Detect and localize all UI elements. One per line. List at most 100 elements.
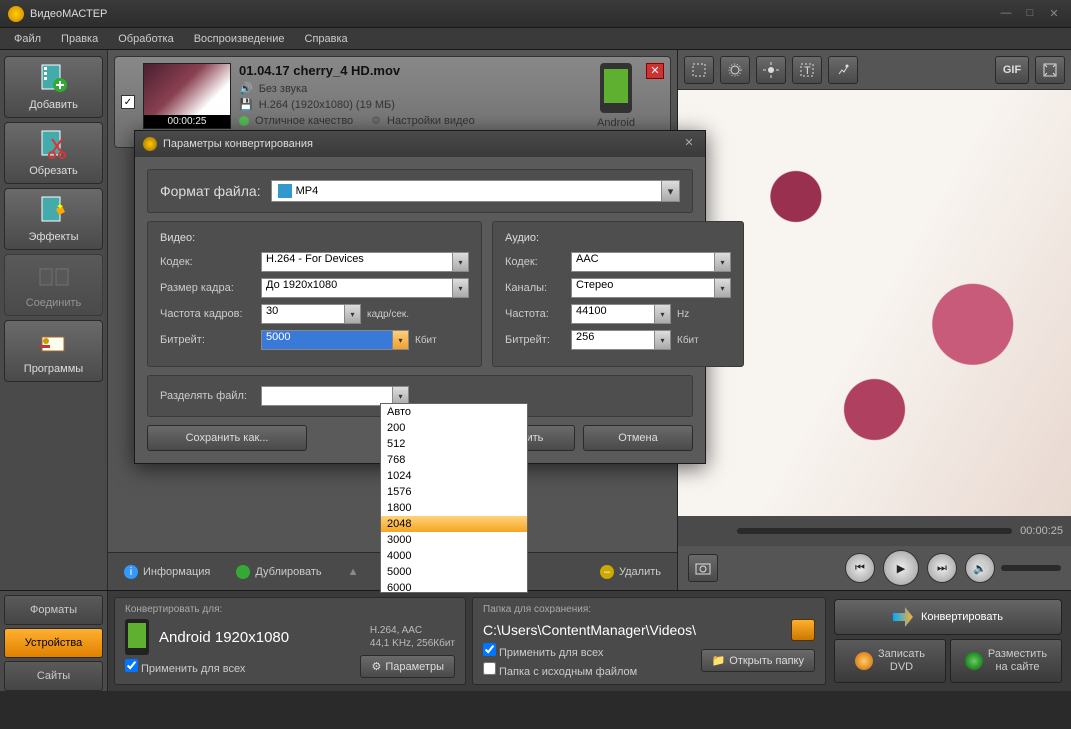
- prev-button[interactable]: ⏮: [845, 553, 875, 583]
- app-icon: [8, 6, 24, 22]
- menu-playback[interactable]: Воспроизведение: [186, 30, 293, 48]
- save-as-button[interactable]: Сохранить как...: [147, 425, 307, 451]
- text-icon: T: [799, 62, 815, 78]
- convert-for-header: Конвертировать для:: [125, 604, 455, 615]
- video-bitrate-select[interactable]: 5000▾: [261, 330, 409, 350]
- tab-formats[interactable]: Форматы: [4, 595, 103, 625]
- crop-tool-button[interactable]: [684, 56, 714, 84]
- delete-button[interactable]: –Удалить: [594, 561, 667, 583]
- burn-dvd-button[interactable]: Записать DVD: [834, 639, 946, 683]
- minimize-button[interactable]: —: [997, 7, 1015, 21]
- dropdown-option[interactable]: 1576: [381, 484, 527, 500]
- tab-devices[interactable]: Устройства: [4, 628, 103, 658]
- open-folder-button[interactable]: 📁Открыть папку: [701, 649, 815, 672]
- file-remove-button[interactable]: ✕: [646, 63, 664, 79]
- save-folder-header: Папка для сохранения:: [483, 604, 815, 615]
- dropdown-option[interactable]: 3000: [381, 532, 527, 548]
- convert-for-panel: Конвертировать для: Android 1920x1080 H.…: [114, 597, 466, 685]
- convert-button[interactable]: Конвертировать: [834, 599, 1062, 635]
- file-thumbnail[interactable]: 00:00:25: [143, 63, 231, 129]
- brightness-tool-button[interactable]: [756, 56, 786, 84]
- quality-dot-icon: [239, 116, 249, 126]
- menu-process[interactable]: Обработка: [110, 30, 181, 48]
- duplicate-button[interactable]: Дублировать: [230, 561, 327, 583]
- sidebar-cut[interactable]: Обрезать: [4, 122, 103, 184]
- same-folder-checkbox[interactable]: Папка с исходным файлом: [483, 662, 637, 678]
- dialog-icon: [143, 137, 157, 151]
- sidebar-fx-label: Эффекты: [28, 231, 78, 243]
- dropdown-option[interactable]: 512: [381, 436, 527, 452]
- bitrate-dropdown[interactable]: Авто200512768102415761800204830004000500…: [380, 403, 528, 593]
- snapshot-button[interactable]: [688, 554, 718, 582]
- dialog-title: Параметры конвертирования: [163, 138, 313, 150]
- move-up-button[interactable]: ▲: [342, 562, 365, 582]
- text-tool-button[interactable]: T: [792, 56, 822, 84]
- freq-select[interactable]: 44100▾: [571, 304, 671, 324]
- dropdown-option[interactable]: 768: [381, 452, 527, 468]
- info-button[interactable]: iИнформация: [118, 561, 216, 583]
- dropdown-option[interactable]: 4000: [381, 548, 527, 564]
- menu-help[interactable]: Справка: [297, 30, 356, 48]
- next-button[interactable]: ⏭: [927, 553, 957, 583]
- publish-button[interactable]: Разместить на сайте: [950, 639, 1062, 683]
- speed-tool-button[interactable]: [828, 56, 858, 84]
- dropdown-option[interactable]: 5000: [381, 564, 527, 580]
- format-select[interactable]: MP4 ▾: [271, 180, 680, 202]
- tab-sites[interactable]: Сайты: [4, 661, 103, 691]
- dropdown-option[interactable]: Авто: [381, 404, 527, 420]
- mp4-icon: [278, 184, 292, 198]
- menu-edit[interactable]: Правка: [53, 30, 106, 48]
- volume-slider[interactable]: [1001, 565, 1061, 571]
- menu-file[interactable]: Файл: [6, 30, 49, 48]
- enhance-tool-button[interactable]: [720, 56, 750, 84]
- sidebar-join-label: Соединить: [26, 297, 82, 309]
- android-icon: [125, 619, 149, 655]
- play-button[interactable]: ▶: [883, 550, 919, 586]
- fps-select[interactable]: 30▾: [261, 304, 361, 324]
- channels-select[interactable]: Стерео▾: [571, 278, 731, 298]
- dropdown-option[interactable]: 6000: [381, 580, 527, 593]
- film-add-icon: [38, 63, 70, 95]
- seek-bar[interactable]: [737, 528, 1012, 534]
- apply-all-folder-checkbox[interactable]: Применить для всех: [483, 643, 637, 659]
- file-settings-link[interactable]: Настройки видео: [387, 115, 475, 127]
- timeline: 00:00:00 00:00:25: [678, 516, 1071, 546]
- titlebar: ВидеоМАСТЕР — □ ✕: [0, 0, 1071, 28]
- chevron-down-icon[interactable]: ▾: [662, 180, 680, 202]
- volume-button[interactable]: 🔊: [965, 553, 995, 583]
- sidebar-cut-label: Обрезать: [29, 165, 78, 177]
- dialog-close-button[interactable]: ✕: [681, 136, 697, 152]
- sidebar-apps[interactable]: Программы: [4, 320, 103, 382]
- convert-device-name[interactable]: Android 1920x1080: [159, 629, 289, 646]
- file-duration: 00:00:25: [144, 115, 230, 128]
- gif-button[interactable]: GIF: [995, 56, 1029, 84]
- dropdown-option[interactable]: 1800: [381, 500, 527, 516]
- sidebar-effects[interactable]: Эффекты: [4, 188, 103, 250]
- format-label: Формат файла:: [160, 183, 261, 199]
- dialog-titlebar[interactable]: Параметры конвертирования ✕: [135, 131, 705, 157]
- file-checkbox[interactable]: ✓: [121, 95, 135, 109]
- speaker-icon: 🔊: [239, 82, 253, 95]
- dropdown-option[interactable]: 1024: [381, 468, 527, 484]
- audio-codec-select[interactable]: AAC▾: [571, 252, 731, 272]
- cancel-button[interactable]: Отмена: [583, 425, 693, 451]
- sidebar-add[interactable]: Добавить: [4, 56, 103, 118]
- fullscreen-button[interactable]: [1035, 56, 1065, 84]
- info-icon: i: [124, 565, 138, 579]
- apply-all-checkbox[interactable]: Применить для всех: [125, 659, 245, 675]
- dropdown-option[interactable]: 2048: [381, 516, 527, 532]
- menubar: Файл Правка Обработка Воспроизведение Сп…: [0, 28, 1071, 50]
- audio-bitrate-select[interactable]: 256▾: [571, 330, 671, 350]
- dropdown-option[interactable]: 200: [381, 420, 527, 436]
- audio-header: Аудио:: [505, 232, 731, 244]
- sidebar-join[interactable]: Соединить: [4, 254, 103, 316]
- video-codec-select[interactable]: H.264 - For Devices▾: [261, 252, 469, 272]
- maximize-button[interactable]: □: [1021, 7, 1039, 21]
- file-codec: H.264 (1920x1080) (19 МБ): [259, 99, 395, 111]
- params-button[interactable]: ⚙Параметры: [360, 655, 455, 678]
- save-path[interactable]: C:\Users\ContentManager\Videos\: [483, 622, 785, 638]
- frame-size-select[interactable]: До 1920x1080▾: [261, 278, 469, 298]
- close-button[interactable]: ✕: [1045, 7, 1063, 21]
- camera-icon: [695, 561, 711, 575]
- browse-folder-button[interactable]: [791, 619, 815, 641]
